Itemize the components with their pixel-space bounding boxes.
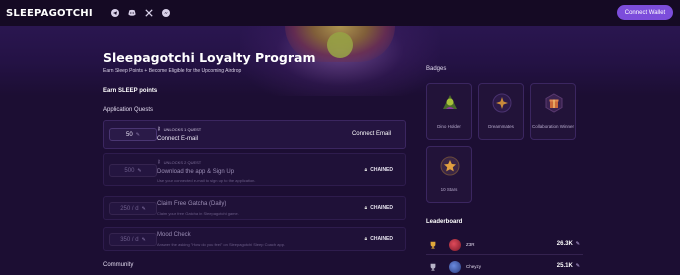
badge-dino-holder[interactable]: Dino Holder bbox=[426, 83, 472, 140]
pencil-icon: ✎ bbox=[141, 236, 146, 243]
leaderboard-score: 26.3K ✎ bbox=[556, 241, 580, 247]
quest-card-connect-email: 50 ✎ ⚷ UNLOCKS 1 QUEST Connect E-mail Co… bbox=[103, 120, 406, 149]
quest-unlock: ⚷ UNLOCKS 1 QUEST bbox=[157, 126, 202, 132]
lock-icon: 🔒︎ bbox=[364, 205, 368, 211]
quest-title: Connect E-mail bbox=[157, 136, 199, 142]
key-icon: ⚷ bbox=[157, 126, 161, 132]
application-quests-heading: Application Quests bbox=[103, 107, 154, 113]
community-heading: Community bbox=[103, 262, 134, 268]
quest-points: 250 / d ✎ bbox=[109, 202, 157, 215]
quest-title: Claim Free Gatcha (Daily) bbox=[157, 201, 227, 207]
discord-icon[interactable] bbox=[128, 9, 136, 17]
pencil-icon: ✎ bbox=[135, 131, 140, 138]
quest-card-download-app: 500 ✎ ⚷ UNLOCKS 2 QUEST Download the app… bbox=[103, 153, 406, 186]
chained-status: 🔒︎ CHAINED bbox=[364, 167, 393, 173]
quest-card-claim-gatcha: 250 / d ✎ Claim Free Gatcha (Daily) Clai… bbox=[103, 196, 406, 220]
star-icon bbox=[440, 156, 460, 176]
lock-icon: 🔒︎ bbox=[364, 167, 368, 173]
connect-email-button[interactable]: Connect Email bbox=[352, 131, 391, 137]
gift-icon bbox=[544, 93, 564, 113]
top-nav: SLEEPAGOTCHI Connect Wallet bbox=[0, 0, 680, 26]
pencil-icon: ✎ bbox=[575, 241, 580, 247]
badges-heading: Badges bbox=[426, 66, 447, 72]
leaderboard-row[interactable]: Z3R 26.3K ✎ bbox=[426, 237, 586, 253]
hero-banner bbox=[0, 26, 680, 96]
x-icon[interactable] bbox=[145, 9, 153, 17]
key-icon: ⚷ bbox=[157, 159, 161, 165]
divider bbox=[426, 254, 583, 255]
pencil-icon: ✎ bbox=[575, 263, 580, 269]
chained-status: 🔒︎ CHAINED bbox=[364, 236, 393, 242]
badge-collaboration-winner[interactable]: Collaboration Winner bbox=[530, 83, 576, 140]
badge-10-stars[interactable]: 10 Stars bbox=[426, 146, 472, 203]
leaderboard-heading: Leaderboard bbox=[426, 219, 463, 225]
quest-points: 50 ✎ bbox=[109, 128, 157, 141]
leaderboard-score: 25.1K ✎ bbox=[556, 263, 580, 269]
quest-card-mood-check: 350 / d ✎ Mood Check Answer the asking "… bbox=[103, 227, 406, 251]
earn-heading: Earn SLEEP points bbox=[103, 88, 158, 94]
leaderboard-row[interactable]: Cheyzy 25.1K ✎ bbox=[426, 259, 586, 275]
quest-title: Download the app & Sign Up bbox=[157, 169, 235, 175]
gold-trophy-icon bbox=[429, 241, 437, 251]
quest-title: Mood Check bbox=[157, 232, 191, 238]
quest-points: 350 / d ✎ bbox=[109, 233, 157, 246]
quest-points: 500 ✎ bbox=[109, 164, 157, 177]
lock-icon: 🔒︎ bbox=[364, 236, 368, 242]
page-title: Sleepagotchi Loyalty Program bbox=[103, 50, 316, 65]
quest-description: Use your connected e-mail to sign up to … bbox=[157, 178, 256, 183]
page-subtitle: Earn Sleep Points + Become Eligible for … bbox=[103, 68, 242, 74]
chained-status: 🔒︎ CHAINED bbox=[364, 205, 393, 211]
telegram-icon[interactable] bbox=[110, 9, 119, 17]
pencil-icon: ✎ bbox=[137, 167, 142, 174]
quest-description: Answer the asking "How do you feel" on S… bbox=[157, 242, 286, 247]
avatar bbox=[449, 239, 461, 251]
connect-wallet-button[interactable]: Connect Wallet bbox=[617, 5, 673, 20]
quest-unlock: ⚷ UNLOCKS 2 QUEST bbox=[157, 159, 202, 165]
badge-dreammates[interactable]: Dreammates bbox=[478, 83, 524, 140]
logo[interactable]: SLEEPAGOTCHI bbox=[6, 8, 93, 19]
avatar bbox=[449, 261, 461, 273]
social-links bbox=[110, 9, 170, 17]
silver-trophy-icon bbox=[429, 263, 437, 273]
dino-icon bbox=[440, 93, 460, 113]
sparkle-icon bbox=[492, 93, 512, 113]
pencil-icon: ✎ bbox=[141, 205, 146, 212]
quest-description: Claim your free Gatcha in Sleepagotchi g… bbox=[157, 211, 239, 216]
messenger-icon[interactable] bbox=[161, 9, 170, 17]
